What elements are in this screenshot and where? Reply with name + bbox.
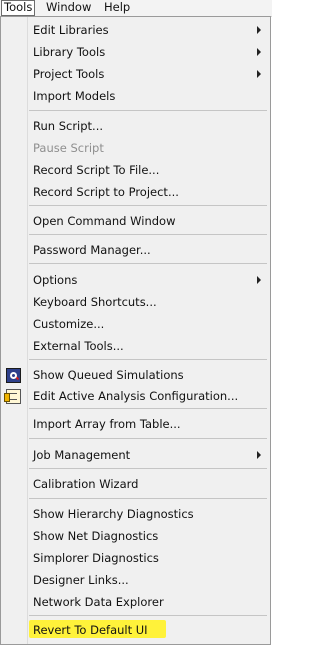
menu-item-simplorer-diagnostics[interactable]: Simplorer Diagnostics [33,549,159,567]
menu-bar: Tools Window Help [0,0,272,17]
tools-dropdown-menu: Edit Libraries Library Tools Project Too… [0,16,271,645]
menu-item-show-net-diagnostics[interactable]: Show Net Diagnostics [33,527,158,545]
menu-separator [29,359,267,360]
menu-item-library-tools[interactable]: Library Tools [33,43,105,61]
menu-item-keyboard-shortcuts[interactable]: Keyboard Shortcuts... [33,293,157,311]
menu-item-edit-libraries[interactable]: Edit Libraries [33,21,109,39]
menu-item-options[interactable]: Options [33,271,77,289]
submenu-arrow-icon [257,70,261,78]
menu-item-job-management[interactable]: Job Management [33,446,130,464]
submenu-arrow-icon [257,48,261,56]
menu-separator [29,110,267,111]
menu-window[interactable]: Window [44,0,93,16]
menu-item-revert-to-default-ui[interactable]: Revert To Default UI [33,621,148,639]
queued-simulations-icon [6,368,21,383]
menu-item-edit-active-analysis-configuration[interactable]: Edit Active Analysis Configuration... [33,387,238,405]
menu-item-show-queued-simulations[interactable]: Show Queued Simulations [33,366,184,384]
menu-item-record-script-to-project[interactable]: Record Script to Project... [33,183,179,201]
menu-item-designer-links[interactable]: Designer Links... [33,571,129,589]
menu-gutter-divider [27,17,28,644]
menu-item-network-data-explorer[interactable]: Network Data Explorer [33,593,164,611]
menu-tools[interactable]: Tools [1,0,36,16]
submenu-arrow-icon [257,26,261,34]
submenu-arrow-icon [257,451,261,459]
menu-item-external-tools[interactable]: External Tools... [33,337,124,355]
menu-item-run-script[interactable]: Run Script... [33,117,103,135]
menu-item-import-models[interactable]: Import Models [33,87,115,105]
menu-item-customize[interactable]: Customize... [33,315,104,333]
menu-help[interactable]: Help [102,0,132,16]
menu-separator [29,408,267,409]
menu-item-record-script-to-file[interactable]: Record Script To File... [33,161,159,179]
menu-separator [29,263,267,264]
menu-item-password-manager[interactable]: Password Manager... [33,241,151,259]
menu-item-calibration-wizard[interactable]: Calibration Wizard [33,475,138,493]
submenu-arrow-icon [257,276,261,284]
menu-separator [29,205,267,206]
analysis-configuration-icon [4,389,21,404]
menu-icon-gutter [1,17,27,644]
menu-item-project-tools[interactable]: Project Tools [33,65,104,83]
menu-item-open-command-window[interactable]: Open Command Window [33,212,175,230]
menu-item-pause-script: Pause Script [33,141,104,155]
menu-item-show-hierarchy-diagnostics[interactable]: Show Hierarchy Diagnostics [33,505,194,523]
menu-separator [29,498,267,499]
menu-separator [29,438,267,439]
menu-item-import-array-from-table[interactable]: Import Array from Table... [33,415,181,433]
menu-separator [29,234,267,235]
menu-separator [29,615,267,616]
menu-separator [29,468,267,469]
